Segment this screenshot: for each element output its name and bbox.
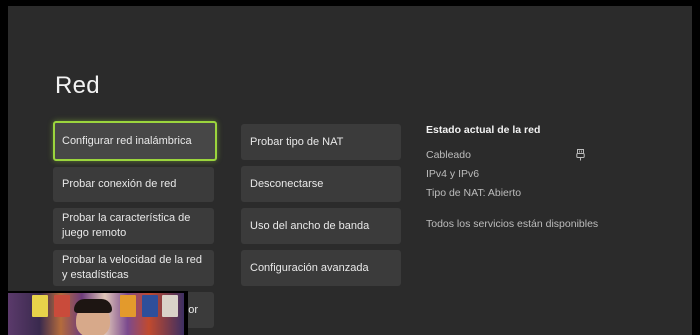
services-status: Todos los servicios están disponibles (426, 218, 599, 230)
poster (32, 295, 48, 317)
streamer-hair (74, 299, 112, 313)
test-remote-play-button[interactable]: Probar la característica de juego remoto (53, 208, 214, 244)
connection-type: Cableado (426, 149, 471, 161)
test-nat-type-button[interactable]: Probar tipo de NAT (241, 124, 401, 160)
poster (54, 295, 70, 317)
poster (120, 295, 136, 317)
ethernet-plug-icon (576, 149, 585, 161)
test-network-speed-button[interactable]: Probar la velocidad de la red y estadíst… (53, 250, 214, 286)
poster (142, 295, 158, 317)
test-network-connection-button[interactable]: Probar conexión de red (53, 167, 214, 202)
nat-type: Tipo de NAT: Abierto (426, 187, 522, 199)
disconnect-button[interactable]: Desconectarse (241, 166, 401, 202)
bandwidth-usage-button[interactable]: Uso del ancho de banda (241, 208, 401, 244)
ip-version: IPv4 y IPv6 (426, 168, 480, 180)
configure-wireless-button[interactable]: Configurar red inalámbrica (53, 121, 217, 161)
network-settings-screen: Red Configurar red inalámbrica Probar co… (8, 6, 692, 335)
poster (162, 295, 178, 317)
page-title: Red (55, 72, 100, 99)
advanced-settings-button[interactable]: Configuración avanzada (241, 250, 401, 286)
network-status-heading: Estado actual de la red (426, 124, 541, 136)
webcam-overlay (2, 291, 188, 335)
